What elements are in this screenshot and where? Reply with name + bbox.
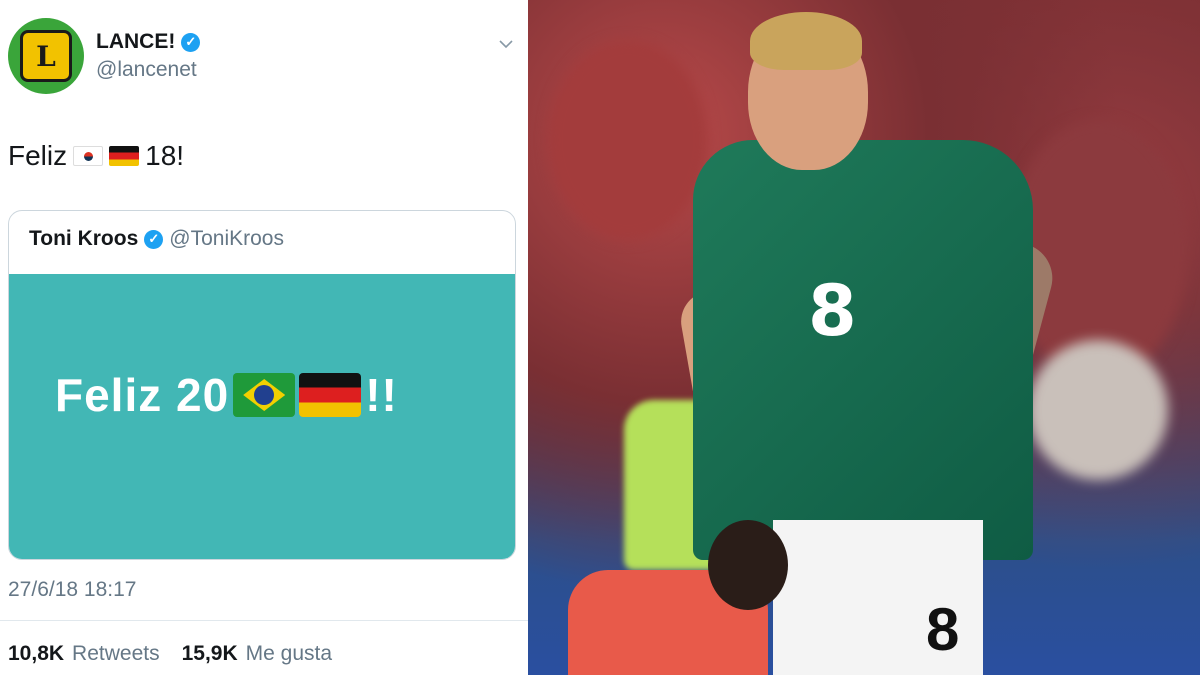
divider	[0, 620, 528, 621]
quoted-tweet-header: Toni Kroos ✓ @ToniKroos	[29, 227, 284, 251]
jersey-number: 8	[808, 270, 857, 352]
korea-player-head	[708, 520, 788, 610]
flag-brazil-icon	[233, 373, 296, 417]
author-name-label: LANCE!	[96, 30, 176, 53]
quoted-image-text-prefix: Feliz 20	[55, 369, 230, 421]
quoted-tweet-image[interactable]: Feliz 20 !!	[9, 274, 515, 559]
shorts-number: 8	[926, 596, 960, 663]
likes-label[interactable]: Me gusta	[246, 642, 332, 666]
author-name[interactable]: LANCE! ✓	[96, 30, 201, 54]
tweet-text-prefix: Feliz	[8, 140, 68, 171]
quoted-author-handle: @ToniKroos	[169, 227, 284, 250]
chevron-down-icon[interactable]	[498, 36, 514, 52]
crowd-background	[548, 40, 708, 240]
quoted-author-name: Toni Kroos	[29, 227, 139, 250]
germany-jersey	[693, 140, 1033, 560]
retweets-label[interactable]: Retweets	[72, 642, 160, 666]
tweet-text-suffix: 18!	[145, 140, 185, 171]
tweet-text: Feliz 18!	[8, 140, 184, 172]
player-photo: 8 8	[528, 0, 1200, 675]
retweets-count[interactable]: 10,8K	[8, 642, 64, 666]
avatar[interactable]: L	[8, 18, 84, 94]
lance-logo: L	[20, 30, 72, 82]
tweet-stats: 10,8K Retweets 15,9K Me gusta	[8, 642, 332, 666]
flag-south-korea-icon	[73, 146, 104, 166]
likes-count[interactable]: 15,9K	[182, 642, 238, 666]
crowd-background	[1028, 340, 1168, 480]
flag-germany-icon	[109, 146, 140, 166]
verified-badge-icon: ✓	[181, 32, 201, 52]
author-handle[interactable]: @lancenet	[96, 58, 197, 82]
tweet-panel: L LANCE! ✓ @lancenet Feliz 18! Toni Kroo…	[0, 0, 528, 675]
player-hair	[750, 12, 862, 70]
verified-badge-icon: ✓	[144, 229, 164, 249]
quoted-tweet-card[interactable]: Toni Kroos ✓ @ToniKroos Feliz 20 !!	[8, 210, 516, 560]
quoted-image-text: Feliz 20 !!	[55, 368, 398, 422]
tweet-timestamp[interactable]: 27/6/18 18:17	[8, 578, 136, 602]
flag-germany-icon	[299, 373, 362, 417]
quoted-image-text-suffix: !!	[365, 369, 398, 421]
